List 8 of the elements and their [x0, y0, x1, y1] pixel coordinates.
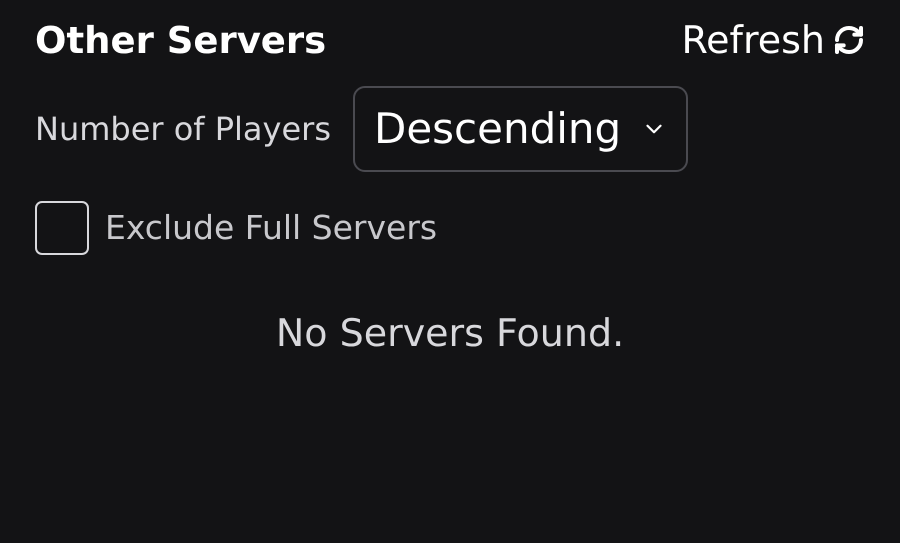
refresh-button[interactable]: Refresh — [681, 21, 865, 59]
refresh-icon — [833, 24, 865, 56]
section-title: Other Servers — [35, 22, 326, 58]
empty-message: No Servers Found. — [276, 310, 624, 357]
sort-label: Number of Players — [35, 109, 331, 150]
sort-dropdown[interactable]: Descending — [352, 86, 688, 172]
checkbox-label: Exclude Full Servers — [105, 207, 438, 250]
checkbox[interactable] — [35, 201, 89, 255]
